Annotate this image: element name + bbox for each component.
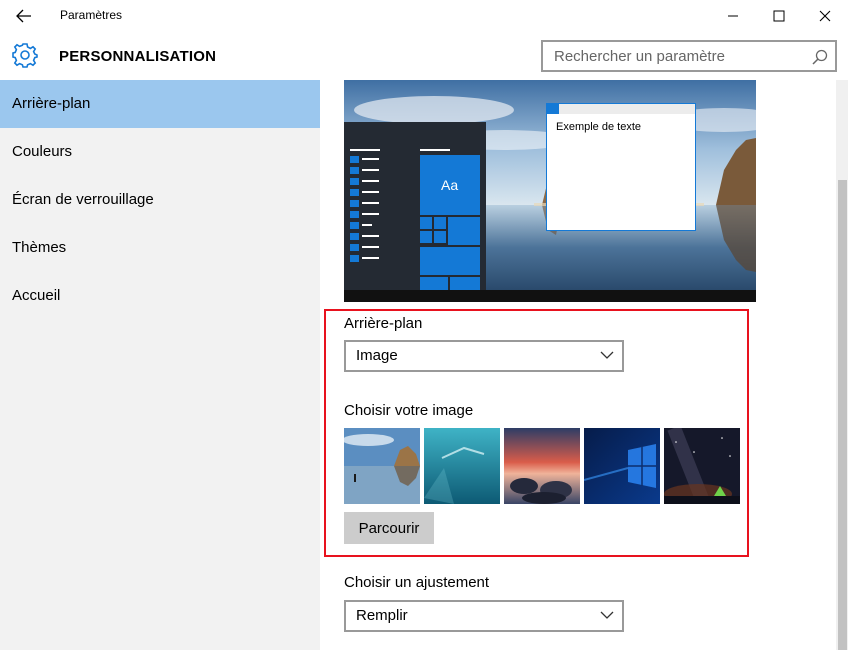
search-input[interactable] <box>543 42 805 70</box>
sidebar-item-themes[interactable]: Thèmes <box>0 224 320 272</box>
gear-icon <box>12 42 38 68</box>
sample-window: Exemple de texte <box>546 103 696 231</box>
scrollbar-thumb[interactable] <box>838 180 847 650</box>
background-dropdown[interactable]: Image <box>344 340 624 372</box>
chevron-down-icon <box>600 611 614 619</box>
background-dropdown-value: Image <box>356 347 398 364</box>
background-preview: Aa Exemple de texte <box>344 80 756 302</box>
title-bar: Paramètres <box>0 0 848 32</box>
thumbnail-night-sky-tent[interactable] <box>664 428 740 504</box>
fit-dropdown-value: Remplir <box>356 607 408 624</box>
thumbnail-rocky-shore-sunset[interactable] <box>504 428 580 504</box>
search-box[interactable] <box>541 40 837 72</box>
sample-window-text: Exemple de texte <box>556 121 641 133</box>
browse-button[interactable]: Parcourir <box>344 512 434 544</box>
sidebar-item-lock-screen[interactable]: Écran de verrouillage <box>0 176 320 224</box>
background-label: Arrière-plan <box>344 315 423 332</box>
back-arrow-icon[interactable] <box>8 2 40 30</box>
fit-dropdown[interactable]: Remplir <box>344 600 624 632</box>
taskbar-preview <box>344 290 756 302</box>
start-menu-preview: Aa <box>344 122 486 290</box>
choose-image-label: Choisir votre image <box>344 402 474 419</box>
search-icon[interactable] <box>811 48 829 66</box>
tile-text: Aa <box>441 177 459 193</box>
thumbnail-windows-logo[interactable] <box>584 428 660 504</box>
sidebar-item-colors[interactable]: Couleurs <box>0 128 320 176</box>
close-button[interactable] <box>802 0 848 32</box>
thumbnail-underwater-swimmer[interactable] <box>424 428 500 504</box>
sidebar: Arrière-plan Couleurs Écran de verrouill… <box>0 80 320 650</box>
page-title: PERSONNALISATION <box>59 48 217 65</box>
chevron-down-icon <box>600 351 614 359</box>
sidebar-item-background[interactable]: Arrière-plan <box>0 80 320 128</box>
content-pane: Aa Exemple de texte Arrière-plan Image C… <box>320 80 836 650</box>
thumbnail-beach-rocks[interactable] <box>344 428 420 504</box>
fit-label: Choisir un ajustement <box>344 574 490 591</box>
maximize-button[interactable] <box>756 0 802 32</box>
minimize-button[interactable] <box>710 0 756 32</box>
sidebar-item-start[interactable]: Accueil <box>0 272 320 320</box>
window-title: Paramètres <box>60 8 123 22</box>
